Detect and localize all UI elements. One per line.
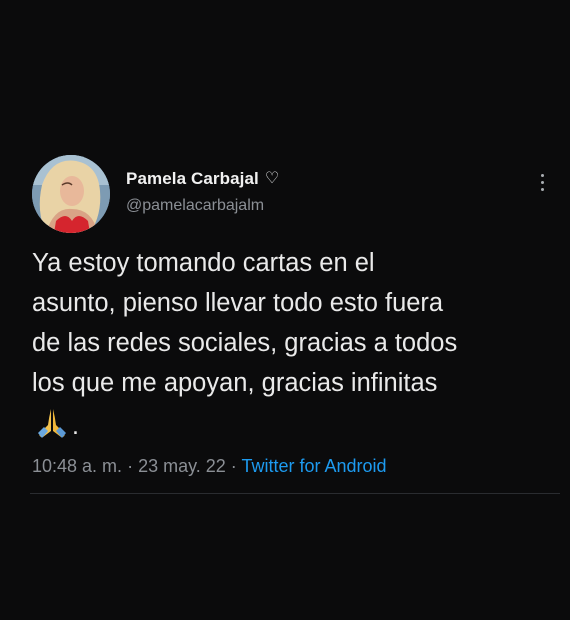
- more-dot-icon: [540, 180, 544, 184]
- tweet-text-line: asunto, pienso llevar todo esto fuera: [32, 289, 444, 317]
- tweet-header: Pamela Carbajal ♡ @pamelacarbajalm: [30, 155, 558, 235]
- display-name-row: Pamela Carbajal ♡: [126, 167, 279, 191]
- divider: [30, 493, 560, 494]
- tweet-text-line: los que me apoyan, gracias infinitas: [32, 369, 438, 397]
- pray-emoji-icon: [38, 409, 66, 438]
- meta-separator: ·: [122, 456, 139, 476]
- avatar[interactable]: [32, 155, 110, 233]
- heart-icon: ♡: [264, 170, 280, 187]
- tweet-meta: 10:48 a. m. · 23 may. 22 · Twitter for A…: [30, 456, 558, 477]
- more-options-button[interactable]: [532, 169, 552, 195]
- tweet-card: Pamela Carbajal ♡ @pamelacarbajalm Ya es…: [30, 155, 560, 494]
- meta-separator: ·: [225, 456, 242, 476]
- more-dot-icon: [540, 173, 544, 177]
- display-name[interactable]: Pamela Carbajal: [126, 169, 259, 189]
- emoji-trailing-text: .: [72, 412, 79, 440]
- tweet-text: Ya estoy tomando cartas en el asunto, pi…: [30, 243, 570, 443]
- user-handle[interactable]: @pamelacarbajalm: [126, 197, 279, 215]
- more-dot-icon: [540, 187, 544, 191]
- tweet-text-line: de las redes sociales, gracias a todos: [32, 329, 458, 357]
- emoji-line: .: [32, 403, 570, 443]
- tweet-date[interactable]: 23 may. 22: [138, 456, 226, 476]
- tweet-time[interactable]: 10:48 a. m.: [32, 456, 122, 476]
- tweet-text-line: Ya estoy tomando cartas en el: [32, 249, 375, 277]
- tweet-source-link[interactable]: Twitter for Android: [241, 456, 386, 476]
- tweet-identity: Pamela Carbajal ♡ @pamelacarbajalm: [126, 167, 279, 215]
